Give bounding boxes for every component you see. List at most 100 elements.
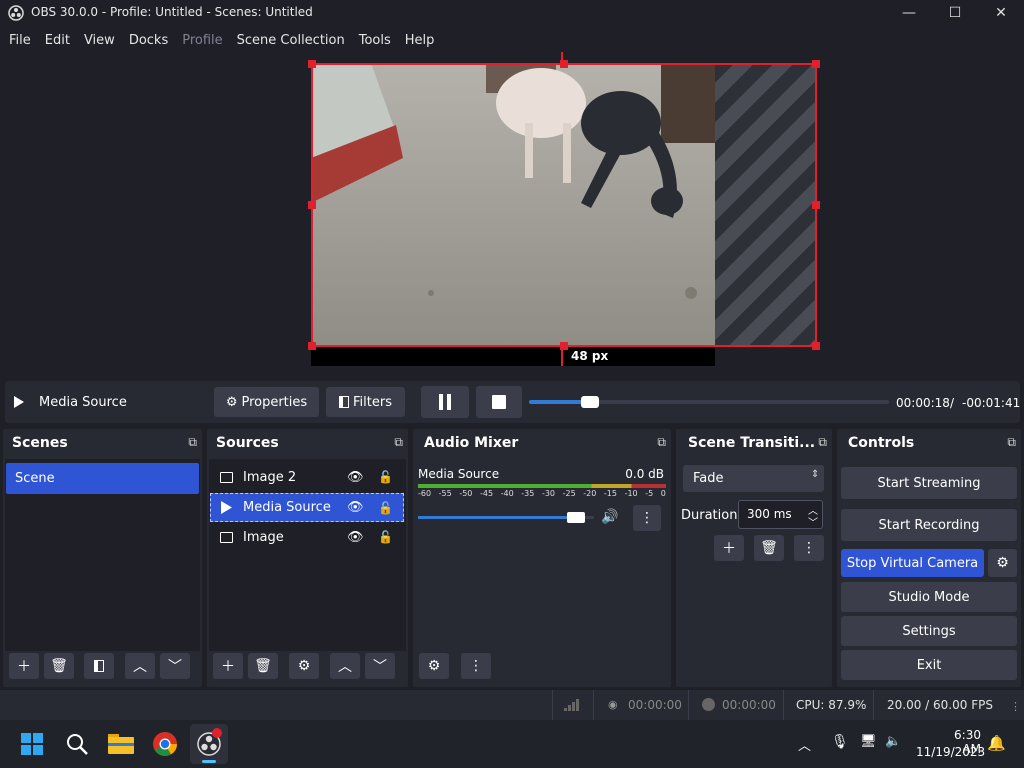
minimize-button[interactable]: —: [886, 0, 932, 26]
transition-menu-button[interactable]: ⋮: [794, 535, 824, 561]
dock-float-icon[interactable]: ⧉: [394, 435, 403, 450]
windows-taskbar: ︿ 🎙 🖥 🔈 6:30 AM 11/19/2023 🔔: [0, 720, 1024, 768]
guide-line-bottom: [561, 347, 563, 366]
resize-handle-top-left[interactable]: [308, 60, 316, 68]
resize-handle-left[interactable]: [308, 201, 316, 209]
eye-icon[interactable]: 👁: [347, 500, 364, 515]
volume-slider-handle[interactable]: [567, 512, 586, 523]
obs-taskbar-button[interactable]: [190, 724, 228, 764]
properties-button[interactable]: ⚙ Properties: [214, 387, 319, 417]
chevron-down-icon[interactable]: ﹀: [808, 514, 818, 529]
move-scene-down-button[interactable]: ﹀: [160, 653, 190, 679]
menu-file[interactable]: File: [2, 33, 38, 48]
remove-transition-button[interactable]: 🗑: [754, 535, 784, 561]
source-item-image[interactable]: Image 👁 🔓: [210, 523, 405, 551]
scene-item[interactable]: Scene: [6, 463, 199, 494]
exit-button[interactable]: Exit: [841, 650, 1017, 680]
media-seek-handle[interactable]: [581, 396, 600, 408]
menu-edit[interactable]: Edit: [38, 33, 77, 48]
mixer-source-menu-button[interactable]: ⋮: [633, 505, 661, 531]
eye-icon[interactable]: 👁: [347, 470, 364, 485]
mixer-settings-button[interactable]: ⚙: [419, 653, 449, 679]
menu-docks[interactable]: Docks: [122, 33, 175, 48]
gear-icon: ⚙: [996, 555, 1009, 571]
start-recording-button[interactable]: Start Recording: [841, 509, 1017, 541]
pause-button[interactable]: [421, 386, 469, 418]
mixer-menu-button[interactable]: ⋮: [461, 653, 491, 679]
network-icon[interactable]: 🖥: [860, 734, 877, 749]
add-scene-button[interactable]: ＋: [9, 653, 39, 679]
duration-spinbox[interactable]: 300 ms ︿ ﹀: [738, 500, 823, 529]
virtual-camera-label: Stop Virtual Camera: [846, 555, 979, 571]
virtual-camera-button[interactable]: Stop Virtual Camera: [841, 549, 984, 577]
speaker-icon[interactable]: 🔊: [601, 509, 618, 525]
dock-float-icon[interactable]: ⧉: [188, 435, 197, 450]
taskbar-date[interactable]: 11/19/2023: [916, 745, 985, 759]
dock-float-icon[interactable]: ⧉: [1007, 435, 1016, 450]
obs-logo-icon: [8, 5, 24, 21]
eye-icon[interactable]: 👁: [347, 530, 364, 545]
resize-handle-bottom-right[interactable]: [812, 342, 820, 350]
gear-icon: ⚙: [225, 394, 238, 410]
fps-readout: 20.00 / 60.00 FPS: [887, 698, 993, 712]
menu-scene-collection[interactable]: Scene Collection: [230, 33, 352, 48]
chevron-up-icon[interactable]: ︿: [798, 735, 811, 754]
meter-tick-label: -55: [438, 489, 452, 498]
add-source-button[interactable]: ＋: [213, 653, 243, 679]
filters-button[interactable]: Filters: [326, 387, 405, 417]
filters-label: Filters: [353, 394, 392, 410]
lock-icon[interactable]: 🔓: [378, 530, 393, 544]
menu-profile[interactable]: Profile: [175, 33, 229, 48]
resize-grip-icon[interactable]: ⋮: [1010, 700, 1021, 713]
volume-icon[interactable]: 🔈: [885, 734, 901, 749]
file-explorer-icon[interactable]: [108, 732, 134, 754]
meter-tick-label: -50: [459, 489, 473, 498]
sources-dock: Sources ⧉ Image 2 👁 🔓 Media Source 👁 🔓 I…: [207, 429, 408, 687]
meter-tick-label: -45: [479, 489, 494, 498]
plus-icon: ＋: [221, 659, 235, 675]
move-scene-up-button[interactable]: ︿: [125, 653, 155, 679]
studio-mode-button[interactable]: Studio Mode: [841, 582, 1017, 612]
remove-scene-button[interactable]: 🗑: [44, 653, 74, 679]
microphone-icon[interactable]: 🎙: [831, 734, 849, 750]
move-source-down-button[interactable]: ﹀: [365, 653, 395, 679]
menu-help[interactable]: Help: [398, 33, 442, 48]
transition-selected: Fade: [693, 471, 724, 486]
add-transition-button[interactable]: ＋: [714, 535, 744, 561]
resize-handle-right[interactable]: [812, 201, 820, 209]
close-button[interactable]: ✕: [978, 0, 1024, 26]
search-icon[interactable]: [66, 733, 88, 755]
recording-badge-icon: [212, 728, 222, 738]
windows-start-icon[interactable]: [21, 733, 43, 755]
lock-icon[interactable]: 🔓: [378, 501, 393, 515]
source-properties-button[interactable]: ⚙: [289, 653, 319, 679]
dock-float-icon[interactable]: ⧉: [818, 435, 827, 450]
remove-source-button[interactable]: 🗑: [248, 653, 278, 679]
resize-handle-top-right[interactable]: [812, 60, 820, 68]
lock-icon[interactable]: 🔓: [378, 470, 393, 484]
source-selection-box[interactable]: [308, 60, 820, 350]
media-seek-track[interactable]: [529, 396, 889, 408]
stop-button[interactable]: [476, 386, 522, 418]
transition-select[interactable]: Fade ⇕: [683, 465, 824, 492]
settings-button[interactable]: Settings: [841, 616, 1017, 646]
notification-bell-icon[interactable]: 🔔: [987, 734, 1006, 752]
duration-label: Duration: [681, 508, 738, 523]
maximize-button[interactable]: ☐: [932, 0, 978, 26]
volume-slider-track[interactable]: [418, 512, 594, 523]
start-streaming-button[interactable]: Start Streaming: [841, 467, 1017, 499]
more-vertical-icon: ⋮: [802, 540, 816, 556]
gear-icon: ⚙: [297, 658, 311, 674]
virtual-camera-settings-button[interactable]: ⚙: [988, 549, 1017, 577]
source-item-media-source[interactable]: Media Source 👁 🔓: [210, 493, 404, 522]
stream-time: 00:00:00: [628, 698, 682, 712]
resize-handle-bottom-left[interactable]: [308, 342, 316, 350]
menu-tools[interactable]: Tools: [352, 33, 398, 48]
source-item-image-2[interactable]: Image 2 👁 🔓: [210, 463, 405, 491]
meter-tick-label: -20: [583, 489, 597, 498]
scene-filters-button[interactable]: [84, 653, 114, 679]
dock-float-icon[interactable]: ⧉: [657, 435, 666, 450]
menu-view[interactable]: View: [77, 33, 122, 48]
chrome-icon[interactable]: [152, 731, 178, 757]
move-source-up-button[interactable]: ︿: [330, 653, 360, 679]
